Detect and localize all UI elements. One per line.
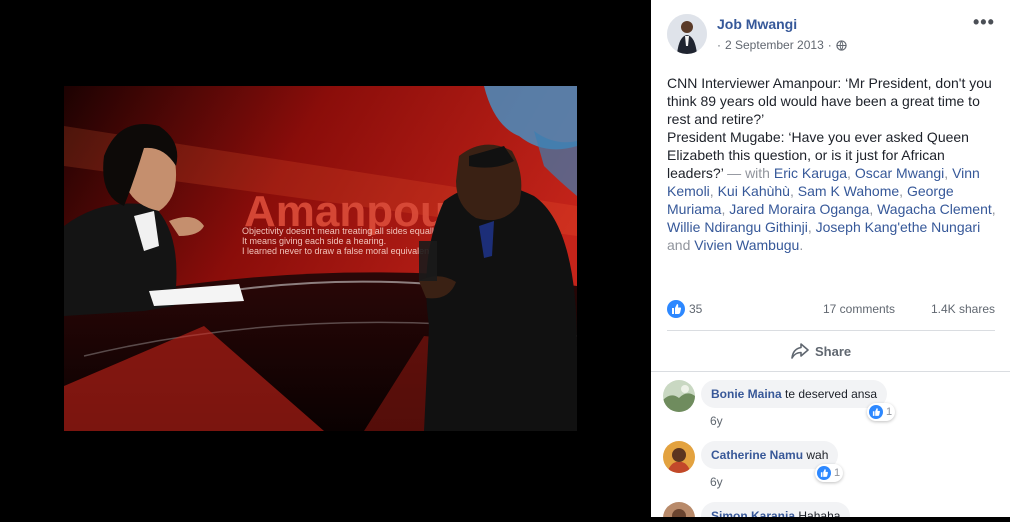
comment-bubble: Bonie Maina te deserved ansa (701, 380, 888, 408)
backdrop-line-1: Objectivity doesn't mean treating all si… (242, 226, 440, 236)
tagged-friend[interactable]: Eric Karuga (774, 165, 847, 181)
comment-reactions[interactable]: 1 (867, 403, 896, 421)
post-date[interactable]: 2 September 2013 (725, 38, 824, 52)
post-text-line-1: CNN Interviewer Amanpour: ‘Mr President,… (667, 75, 992, 127)
photo-viewer: Amanpour Objectivity doesn't mean treati… (0, 0, 651, 522)
with-prefix: — with (723, 165, 774, 181)
meta-separator-2: · (827, 38, 832, 52)
panel-bottom-edge (651, 517, 1010, 522)
commenter-name[interactable]: Bonie Maina (711, 387, 782, 401)
more-options-button[interactable]: ••• (973, 12, 995, 33)
tagged-friend[interactable]: Willie Ndirangu Githinji (667, 219, 808, 235)
commenter-avatar[interactable] (663, 380, 695, 412)
comment-reactions[interactable]: 1 (815, 464, 844, 482)
tagged-friend[interactable]: Sam K Wahome (798, 183, 899, 199)
backdrop-line-2: It means giving each side a hearing. (242, 236, 386, 246)
comment-age[interactable]: 6y (710, 414, 723, 428)
tagged-friend[interactable]: Wagacha Clement (877, 201, 992, 217)
comment-text: te deserved ansa (785, 387, 878, 401)
tagged-friend[interactable]: Jared Moraira Oganga (729, 201, 869, 217)
tagged-friend-last[interactable]: Vivien Wambugu (694, 237, 799, 253)
comment-text: wah (806, 448, 829, 462)
commenter-name[interactable]: Catherine Namu (711, 448, 803, 462)
photo-scene: Amanpour Objectivity doesn't mean treati… (64, 86, 577, 431)
like-icon (869, 405, 883, 419)
tagged-friend[interactable]: Kui Kahùhù (718, 183, 790, 199)
share-button[interactable]: Share (791, 341, 851, 361)
divider (651, 371, 1010, 372)
post-panel: Job Mwangi · 2 September 2013 · ••• CNN … (651, 0, 1010, 522)
shares-count[interactable]: 1.4K shares (931, 302, 995, 316)
share-label: Share (815, 343, 852, 359)
post-text-line-2: President Mugabe: ‘Have you ever asked Q… (667, 129, 996, 253)
like-reaction-icon[interactable] (667, 300, 685, 318)
comment-reaction-count: 1 (834, 467, 841, 479)
comment-age[interactable]: 6y (710, 475, 723, 489)
post-meta: · 2 September 2013 · (717, 38, 847, 52)
comments-count[interactable]: 17 comments (823, 302, 895, 316)
like-count[interactable]: 35 (689, 302, 702, 316)
tags-end: . (799, 237, 804, 253)
meta-separator: · (717, 38, 721, 52)
author-name[interactable]: Job Mwangi (717, 16, 797, 32)
tagged-friend[interactable]: Joseph Kang'ethe Nungari (816, 219, 981, 235)
backdrop-line-3: I learned never to draw a false moral eq… (242, 246, 441, 256)
like-icon (817, 466, 831, 480)
tags-and: and (667, 237, 695, 253)
comment-reaction-count: 1 (886, 406, 893, 418)
commenter-avatar[interactable] (663, 441, 695, 473)
globe-icon[interactable] (836, 39, 847, 51)
post-text: CNN Interviewer Amanpour: ‘Mr President,… (667, 74, 997, 254)
reaction-bar: 35 17 comments 1.4K shares (667, 300, 995, 320)
share-icon (791, 343, 809, 359)
divider (667, 330, 995, 331)
post-photo[interactable]: Amanpour Objectivity doesn't mean treati… (64, 86, 577, 431)
author-avatar[interactable] (667, 14, 707, 54)
author-avatar-image (667, 14, 707, 54)
tagged-friend[interactable]: Oscar Mwangi (855, 165, 944, 181)
